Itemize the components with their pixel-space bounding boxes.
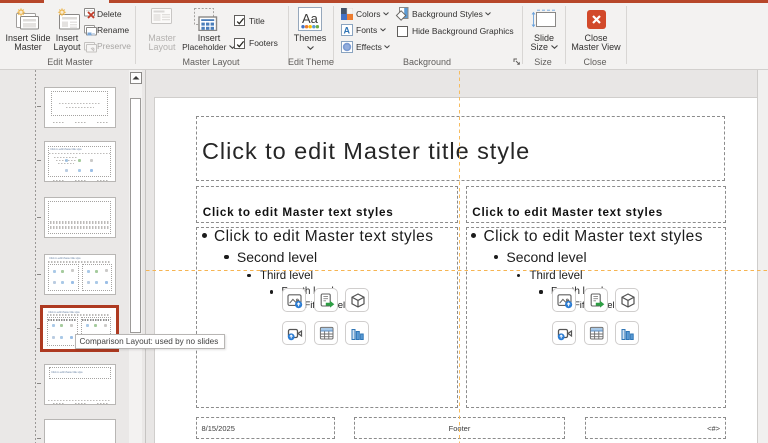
svg-text:A: A	[344, 26, 351, 36]
svg-text:Aa: Aa	[302, 11, 319, 26]
